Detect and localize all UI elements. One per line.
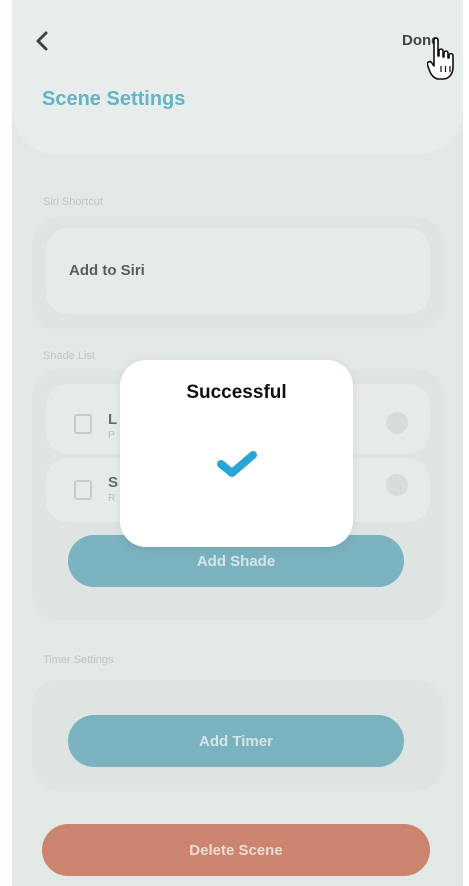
success-dialog: Successful [120,360,353,547]
dialog-title: Successful [186,382,287,403]
hand-pointer-cursor-icon [427,37,454,80]
checkmark-icon [217,451,257,477]
